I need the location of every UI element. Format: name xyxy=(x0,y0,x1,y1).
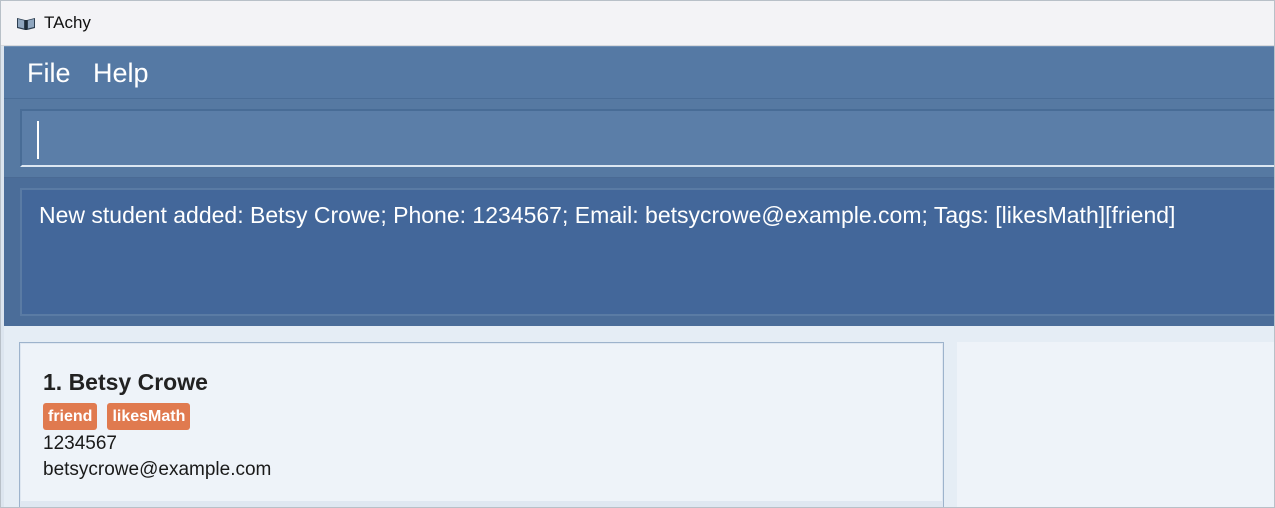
main-content: 1. Betsy Crowe friend likesMath 1234567 b… xyxy=(4,326,1274,507)
app-window: TAchy File Help New student added: Betsy… xyxy=(0,0,1275,508)
command-box[interactable] xyxy=(20,109,1274,167)
result-display: New student added: Betsy Crowe; Phone: 1… xyxy=(20,188,1274,316)
menu-bar: File Help xyxy=(4,46,1274,98)
tag-list: friend likesMath xyxy=(43,403,200,430)
tag-likesmath: likesMath xyxy=(107,403,191,430)
result-message: New student added: Betsy Crowe; Phone: 1… xyxy=(39,202,1176,228)
detail-panel xyxy=(957,342,1274,507)
tag-friend: friend xyxy=(43,403,98,430)
student-name: 1. Betsy Crowe xyxy=(43,369,208,395)
help-menu[interactable]: Help xyxy=(93,57,149,89)
command-input[interactable] xyxy=(30,119,1266,159)
title-bar[interactable]: TAchy xyxy=(1,1,1274,46)
window-title: TAchy xyxy=(44,13,91,32)
file-menu[interactable]: File xyxy=(27,57,71,89)
result-section: New student added: Betsy Crowe; Phone: 1… xyxy=(4,177,1274,326)
student-list[interactable]: 1. Betsy Crowe friend likesMath 1234567 b… xyxy=(19,342,944,507)
command-section xyxy=(4,98,1274,177)
student-card[interactable]: 1. Betsy Crowe friend likesMath 1234567 b… xyxy=(21,344,942,501)
student-phone: 1234567 xyxy=(43,433,117,454)
student-email: betsycrowe@example.com xyxy=(43,459,272,480)
text-cursor xyxy=(37,121,39,159)
open-book-icon xyxy=(17,18,35,30)
